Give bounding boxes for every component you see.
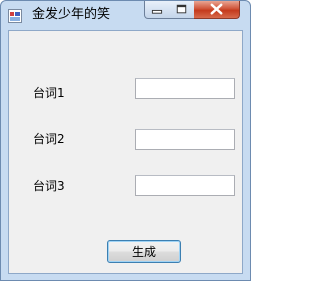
maximize-button[interactable] <box>169 1 195 19</box>
maximize-icon <box>176 4 187 14</box>
line3-label: 台词3 <box>33 179 65 193</box>
window-title: 金发少年的笑 <box>32 7 111 22</box>
line1-input[interactable] <box>135 78 235 99</box>
app-window: 金发少年的笑 台词1 台词2 台词3 生成 <box>0 0 251 281</box>
line1-label: 台词1 <box>33 86 65 100</box>
close-icon <box>210 3 223 15</box>
generate-button[interactable]: 生成 <box>107 240 181 263</box>
minimize-button[interactable] <box>144 1 170 19</box>
minimize-icon <box>151 9 163 14</box>
line2-input[interactable] <box>135 129 235 150</box>
line2-label: 台词2 <box>33 132 65 146</box>
close-button[interactable] <box>194 1 240 19</box>
form-client-area: 台词1 台词2 台词3 生成 <box>8 30 243 274</box>
app-icon <box>8 9 22 23</box>
title-bar[interactable]: 金发少年的笑 <box>1 1 250 30</box>
line3-input[interactable] <box>135 175 235 196</box>
